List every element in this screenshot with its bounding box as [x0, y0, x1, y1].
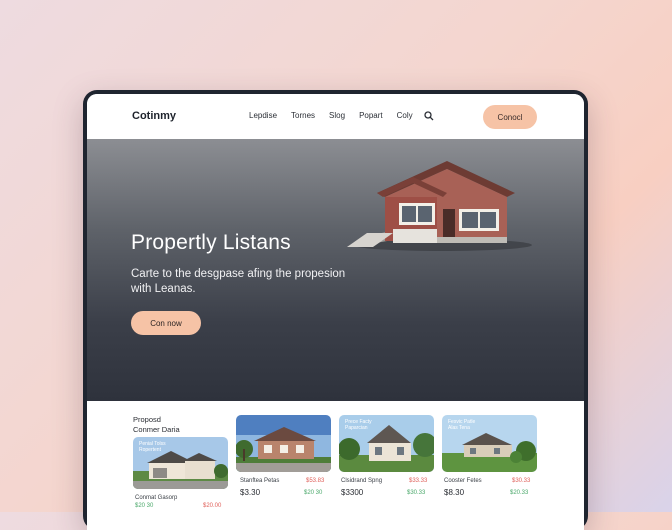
listings-heading-line2: Conmer Daria	[133, 425, 180, 434]
contact-button[interactable]: Conocl	[483, 105, 537, 129]
listing-new-price: $20 30	[135, 503, 154, 509]
top-navbar: Cotinmy Lepdise Tornes Slog Popart Coly …	[87, 94, 584, 139]
nav-item-1[interactable]: Lepdise	[249, 111, 277, 120]
listing-photo-title: Fesvic Patle Alas Tena	[448, 419, 476, 431]
hero-subtitle: Carte to the desgpase afing the propesio…	[131, 268, 346, 295]
listing-price: $3.30	[240, 488, 261, 497]
listing-card[interactable]: Stanftea Petas $53.83 $3.30 $20 30	[236, 415, 331, 497]
listing-name: Clsidrand Spng	[341, 478, 383, 484]
listings-heading-line1: Proposd	[133, 415, 161, 424]
site-logo[interactable]: Cotinmy	[132, 110, 176, 122]
listing-price: $3300	[341, 488, 364, 497]
listings-heading: Proposd Conmer Daria	[133, 415, 180, 435]
listing-photo-title: Penial Tolss Ropertent	[139, 441, 166, 453]
listing-card[interactable]: Prece Facty Paparcian Clsidrand Spng $33…	[339, 415, 434, 497]
listing-name: Stanftea Petas	[240, 478, 280, 484]
listing-new-price: $30.33	[407, 490, 426, 496]
nav-item-4[interactable]: Popart	[359, 111, 383, 120]
hero-cta-button[interactable]: Con now	[131, 311, 201, 335]
listing-old-price: $30.33	[512, 478, 531, 484]
listing-photo-title: Prece Facty Paparcian	[345, 419, 372, 431]
listing-old-price: $20.00	[203, 503, 222, 509]
nav-item-3[interactable]: Slog	[329, 111, 345, 120]
listing-new-price: $20.33	[510, 490, 529, 496]
nav-item-5[interactable]: Coly	[397, 111, 413, 120]
device-frame: Cotinmy Lepdise Tornes Slog Popart Coly …	[83, 90, 588, 530]
hero-section: Propertly Listans Carte to the desgpase …	[87, 139, 584, 401]
listing-new-price: $20 30	[304, 490, 323, 496]
browser-screen: Cotinmy Lepdise Tornes Slog Popart Coly …	[87, 94, 584, 530]
listing-photo	[236, 415, 331, 472]
hero-title: Propertly Listans	[131, 231, 291, 254]
listing-old-price: $53.83	[306, 478, 325, 484]
search-icon[interactable]	[424, 111, 434, 121]
house-image	[347, 161, 532, 251]
listing-price: $8.30	[444, 488, 465, 497]
listing-card[interactable]: Fesvic Patle Alas Tena Cooster Fetes $30…	[442, 415, 537, 497]
nav-item-2[interactable]: Tornes	[291, 111, 315, 120]
listing-old-price: $33.33	[409, 478, 428, 484]
listing-name: Cooster Fetes	[444, 478, 482, 484]
listing-card[interactable]: Penial Tolss Ropertent Conmat Gasorp $20…	[133, 437, 228, 509]
listing-name: Conmat Gasorp	[135, 495, 178, 501]
listings-section: Proposd Conmer Daria Penial Tolss Ropert…	[87, 401, 584, 530]
nav-menu: Lepdise Tornes Slog Popart Coly	[249, 111, 413, 120]
